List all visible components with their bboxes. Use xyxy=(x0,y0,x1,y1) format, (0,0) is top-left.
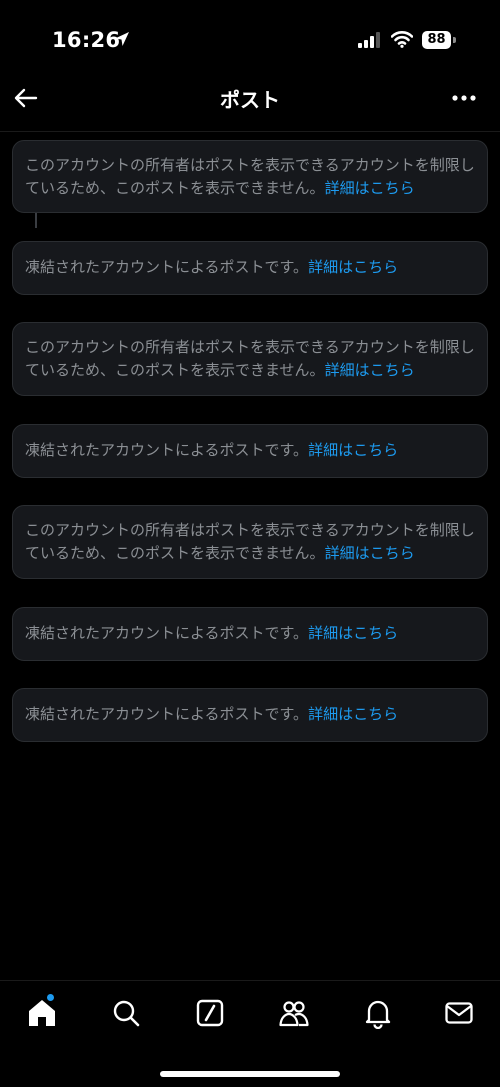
learn-more-link[interactable]: 詳細はこちら xyxy=(325,544,415,562)
mail-icon xyxy=(445,1002,473,1024)
tab-home[interactable] xyxy=(26,993,58,1029)
more-options-icon[interactable] xyxy=(450,88,478,108)
unavailable-post-notice: このアカウントの所有者はポストを表示できるアカウントを制限しているため、このポス… xyxy=(12,322,488,396)
tab-grok[interactable] xyxy=(194,997,226,1029)
tab-communities[interactable] xyxy=(278,997,310,1029)
tab-search[interactable] xyxy=(110,997,142,1029)
page-title: ポスト xyxy=(220,88,280,112)
notice-text: 凍結されたアカウントによるポストです。 xyxy=(25,624,309,642)
unavailable-post-notice: このアカウントの所有者はポストを表示できるアカウントを制限しているため、このポス… xyxy=(12,140,488,213)
learn-more-link[interactable]: 詳細はこちら xyxy=(325,361,415,379)
battery-level: 88 xyxy=(422,31,451,49)
home-indicator-bar[interactable] xyxy=(160,1071,340,1077)
learn-more-link[interactable]: 詳細はこちら xyxy=(308,624,398,642)
suspended-post-notice: 凍結されたアカウントによるポストです。詳細はこちら xyxy=(12,688,488,742)
communities-icon xyxy=(279,1001,309,1027)
suspended-post-notice: 凍結されたアカウントによるポストです。詳細はこちら xyxy=(12,607,488,661)
suspended-post-notice: 凍結されたアカウントによるポストです。詳細はこちら xyxy=(12,241,488,295)
home-icon xyxy=(29,1000,55,1026)
thread-connector-line xyxy=(35,213,37,228)
wifi-icon xyxy=(391,31,413,48)
notice-text: 凍結されたアカウントによるポストです。 xyxy=(25,441,309,459)
page-header: ポスト xyxy=(0,78,500,118)
suspended-post-notice: 凍結されたアカウントによるポストです。詳細はこちら xyxy=(12,424,488,478)
grok-icon xyxy=(196,999,224,1027)
notice-text: 凍結されたアカウントによるポストです。 xyxy=(25,258,309,276)
unavailable-post-notice: このアカウントの所有者はポストを表示できるアカウントを制限しているため、このポス… xyxy=(12,505,488,579)
search-icon xyxy=(113,1000,140,1027)
status-bar: 16:26 88 xyxy=(0,0,500,80)
cellular-signal-icon xyxy=(358,32,380,48)
unread-dot-badge xyxy=(46,993,55,1002)
tab-messages[interactable] xyxy=(443,997,475,1029)
learn-more-link[interactable]: 詳細はこちら xyxy=(308,441,398,459)
learn-more-link[interactable]: 詳細はこちら xyxy=(308,258,398,276)
bell-icon xyxy=(365,1000,391,1030)
header-divider xyxy=(0,131,500,132)
tab-notifications[interactable] xyxy=(362,997,394,1030)
notice-text: 凍結されたアカウントによるポストです。 xyxy=(25,705,309,723)
status-time: 16:26 xyxy=(52,28,121,52)
learn-more-link[interactable]: 詳細はこちら xyxy=(308,705,398,723)
location-arrow-icon xyxy=(115,32,129,46)
learn-more-link[interactable]: 詳細はこちら xyxy=(325,179,415,197)
battery-icon: 88 xyxy=(422,31,456,49)
